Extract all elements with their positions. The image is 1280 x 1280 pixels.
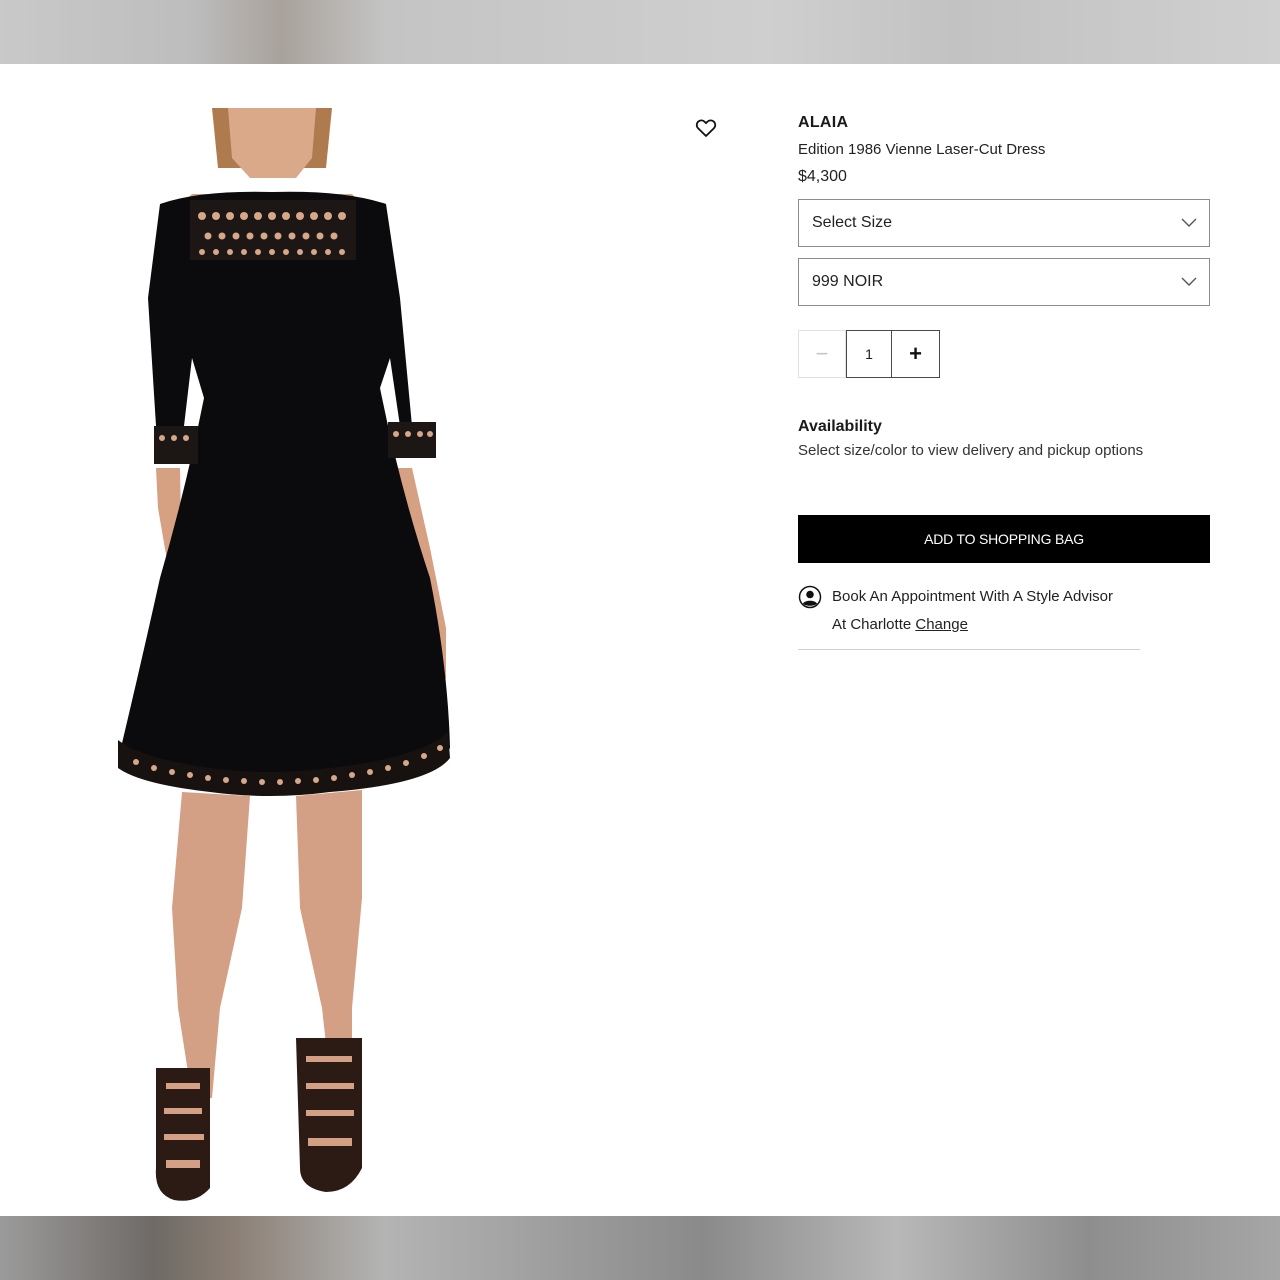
appointment-link[interactable]: Book An Appointment With A Style Advisor: [832, 583, 1113, 611]
appointment-section: Book An Appointment With A Style Advisor…: [798, 583, 1140, 639]
change-store-link[interactable]: Change: [915, 616, 968, 633]
quantity-stepper: − 1 +: [798, 330, 1210, 378]
product-image: [100, 108, 480, 1208]
chevron-down-icon: [1181, 216, 1197, 228]
size-select[interactable]: Select Size: [798, 199, 1210, 247]
divider: [798, 649, 1140, 650]
chevron-down-icon: [1181, 275, 1197, 287]
size-select-value: Select Size: [812, 214, 893, 231]
user-circle-icon: [798, 585, 822, 609]
store-location: At Charlotte: [832, 616, 916, 633]
product-page: ALAIA Edition 1986 Vienne Laser-Cut Dres…: [0, 64, 1280, 1216]
appointment-text: Book An Appointment With A Style Advisor…: [832, 583, 1113, 639]
availability-heading: Availability: [798, 418, 882, 435]
quantity-decrease-button[interactable]: −: [798, 330, 846, 378]
color-select-value: 999 NOIR: [812, 273, 884, 290]
availability-text: Select size/color to view delivery and p…: [798, 442, 1144, 459]
product-name: Edition 1986 Vienne Laser-Cut Dress: [798, 141, 1046, 158]
store-line: At Charlotte Change: [832, 611, 1113, 639]
wishlist-button[interactable]: [694, 116, 718, 140]
brand-name: ALAIA: [798, 114, 849, 131]
add-to-bag-button[interactable]: ADD TO SHOPPING BAG: [798, 515, 1210, 563]
heart-icon: [695, 119, 717, 137]
blurred-background-bottom: [0, 1216, 1280, 1280]
product-price: $4,300: [798, 168, 847, 185]
quantity-increase-button[interactable]: +: [892, 330, 940, 378]
blurred-background-top: [0, 0, 1280, 64]
product-info-panel: ALAIA Edition 1986 Vienne Laser-Cut Dres…: [798, 112, 1210, 650]
color-select[interactable]: 999 NOIR: [798, 258, 1210, 306]
quantity-value[interactable]: 1: [846, 330, 892, 378]
